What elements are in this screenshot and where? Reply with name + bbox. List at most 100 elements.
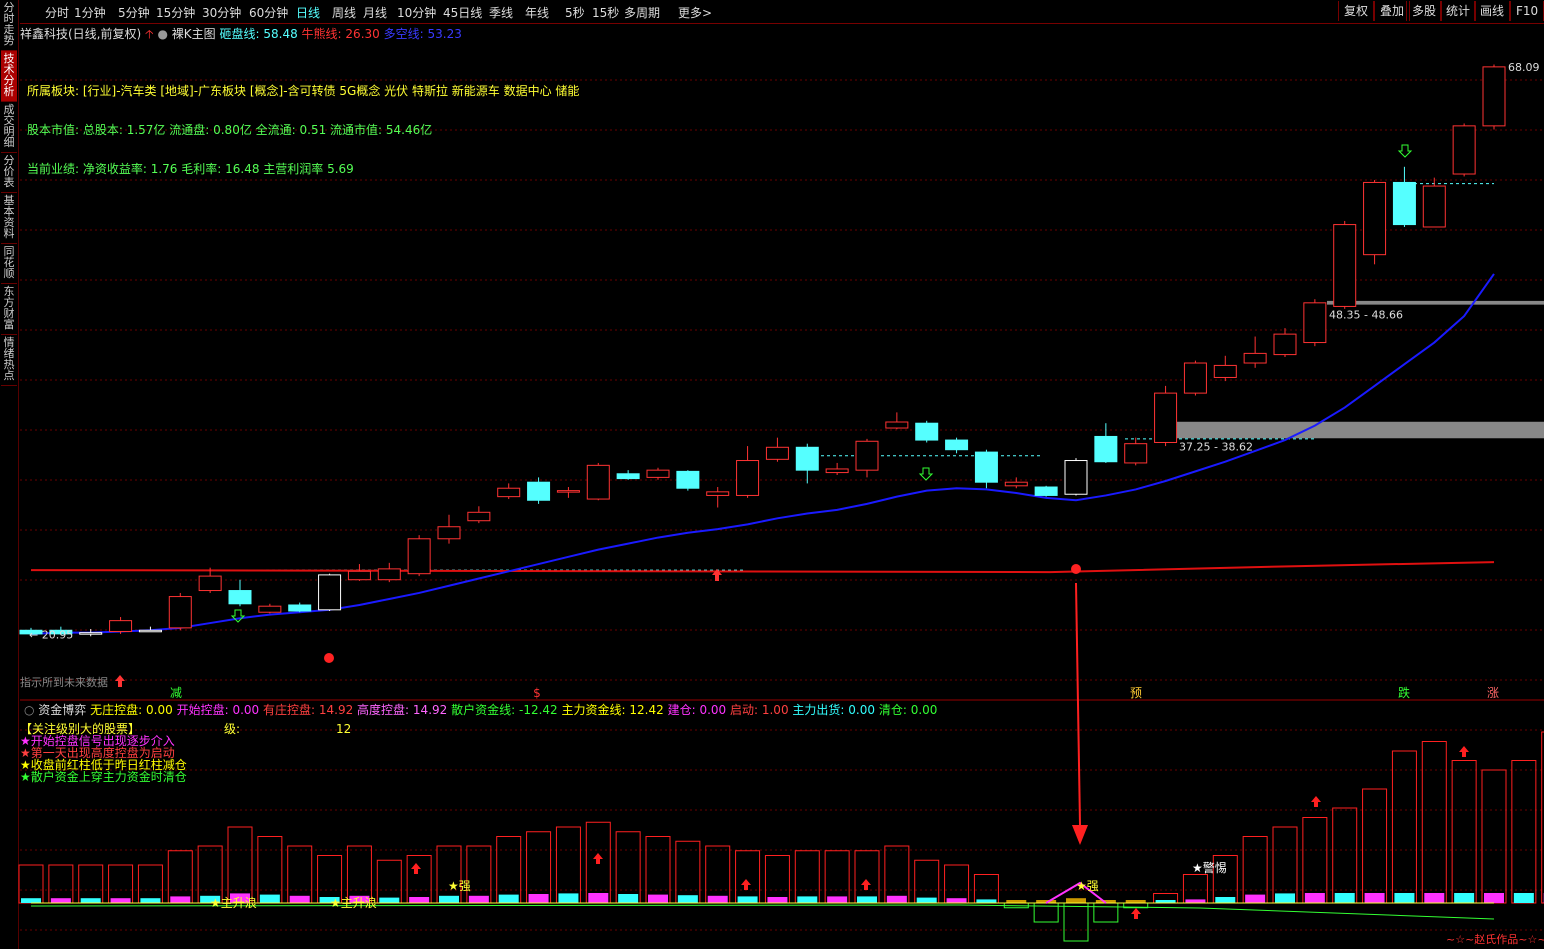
footer-credit: ~☆~赵氏作品~☆~ [1446, 932, 1544, 946]
candle-body [109, 620, 133, 632]
indicator-mini-bar [379, 897, 400, 903]
indicator-mini-bar [21, 898, 41, 903]
candle-body [736, 460, 760, 496]
candle-body [586, 464, 610, 500]
indicator-mini-bar [289, 895, 310, 903]
indicator-mini-bar [767, 897, 788, 903]
indicator-bar [675, 840, 701, 904]
candle-body [1303, 302, 1327, 344]
red-signal-icon [1071, 564, 1081, 574]
indicator-bar [346, 845, 372, 904]
indicator-bar [973, 874, 999, 904]
indicator-c-label: 多空线: [383, 27, 424, 41]
candle-body [258, 605, 282, 613]
indicator-bar [1391, 750, 1417, 904]
indicator-value-1: 0.00 [232, 703, 259, 717]
candle-body [646, 469, 670, 478]
annotation-arrow-head [1072, 825, 1088, 845]
indicator-mini-bar [1215, 897, 1236, 903]
indicator-mini-bar [976, 899, 997, 903]
indicator-bar [1272, 826, 1298, 904]
indicator-bar [1242, 836, 1268, 904]
indicator-mini-bar [946, 898, 967, 903]
chart-canvas: 48.35 - 48.66 37.25 - 38.62 68.09 ← 20.95 指示… [18, 61, 1544, 946]
indicator-bar [137, 864, 163, 904]
legend-line-3: ★散户资金上穿主力资金时清仓 [20, 769, 187, 784]
indicator-bar [1332, 807, 1358, 904]
indicator-mini-bar [1066, 898, 1086, 903]
indicator-bar [944, 864, 970, 904]
indicator-mini-bar [916, 897, 937, 903]
bottom-mark-1: $ [533, 686, 541, 700]
capital-line: 股本市值: 总股本: 1.57亿 流通盘: 0.80亿 全流通: 0.51 流通… [27, 123, 433, 137]
up-arrow-icon [1459, 746, 1469, 757]
candle-body [527, 481, 551, 501]
indicator-mini-bar [737, 896, 758, 903]
indicator-bar [257, 836, 283, 904]
bottom-mark-3: 跌 [1398, 685, 1410, 700]
stock-title: 祥鑫科技(日线,前复权) [20, 27, 142, 41]
candle-body [1154, 392, 1178, 443]
indicator-value-9: 0.00 [911, 703, 938, 717]
indicator-mini-bar [1185, 899, 1206, 903]
marker-2: ★强 [448, 879, 471, 893]
indicator-bar [645, 836, 671, 904]
indicator-mini-bar [528, 894, 549, 903]
indicator-value-0: 0.00 [146, 703, 173, 717]
candle-body [79, 632, 103, 635]
indicator-mini-bar [1513, 893, 1534, 903]
indicator-bar [854, 850, 880, 904]
candle-body [1422, 185, 1446, 228]
candle-body [138, 629, 162, 633]
candle-body [1124, 443, 1148, 464]
candle-body [1482, 66, 1506, 127]
indicator-bar [197, 845, 223, 904]
indicator-mini-bar [827, 896, 848, 903]
zone-high-label: 48.35 - 48.66 [1329, 309, 1403, 322]
candle-body [1213, 364, 1237, 378]
candle-body [1392, 181, 1416, 226]
down-arrow-icon [918, 467, 934, 481]
indicator-bar [526, 831, 552, 904]
indicator-mini-bar [50, 898, 71, 903]
indicator-mini-bar [1304, 893, 1325, 903]
indicator-mini-bar [1454, 893, 1475, 903]
indicator-bar [735, 850, 761, 904]
high-price-label: 68.09 [1508, 61, 1540, 74]
mode-toggle[interactable]: ● [157, 27, 167, 41]
indicator-bar [1451, 760, 1477, 904]
candle-body [616, 473, 640, 480]
indicator-label-3: 高度控盘: [357, 702, 409, 717]
indicator-mini-bar [468, 895, 489, 903]
indicator-value-6: 0.00 [699, 703, 726, 717]
candle-body [855, 440, 879, 471]
candle-body [1333, 224, 1357, 307]
candle-body [765, 446, 789, 460]
candle-body [1064, 460, 1088, 495]
indicator-a-label: 砸盘线: [219, 27, 260, 41]
candle-body [1094, 435, 1118, 463]
low-price-label: ← 20.95 [29, 628, 73, 641]
indicator-mini-bar [1424, 893, 1445, 903]
marker-3: ★强 [1076, 879, 1099, 893]
indicator-bar [48, 864, 74, 904]
indicator-bar [78, 864, 104, 904]
indicator-b-value: 26.30 [345, 27, 380, 41]
indicator-mini-bar [498, 894, 519, 903]
mode-label[interactable]: 裸K主图 [172, 27, 216, 41]
candle-body [1363, 181, 1387, 256]
indicator-bar [555, 826, 581, 904]
indicator-mini-bar [618, 894, 639, 903]
indicator-bar [436, 845, 462, 904]
candle-body [795, 446, 819, 471]
sector-line: 所属板块: [行业]-汽车类 [地域]-广东板块 [概念]-含可转债 5G概念 … [27, 84, 580, 98]
marker-1: ★主升浪 [330, 895, 377, 910]
indicator-value-2: 14.92 [319, 703, 353, 717]
indicator-bar [615, 831, 641, 904]
candle-body [706, 491, 730, 496]
indicator-mini-bar [409, 897, 430, 903]
up-arrow-icon [1311, 796, 1321, 807]
indicator-value-3: 14.92 [413, 703, 447, 717]
indicator-mini-bar [1334, 893, 1355, 903]
candle-body [676, 470, 700, 489]
